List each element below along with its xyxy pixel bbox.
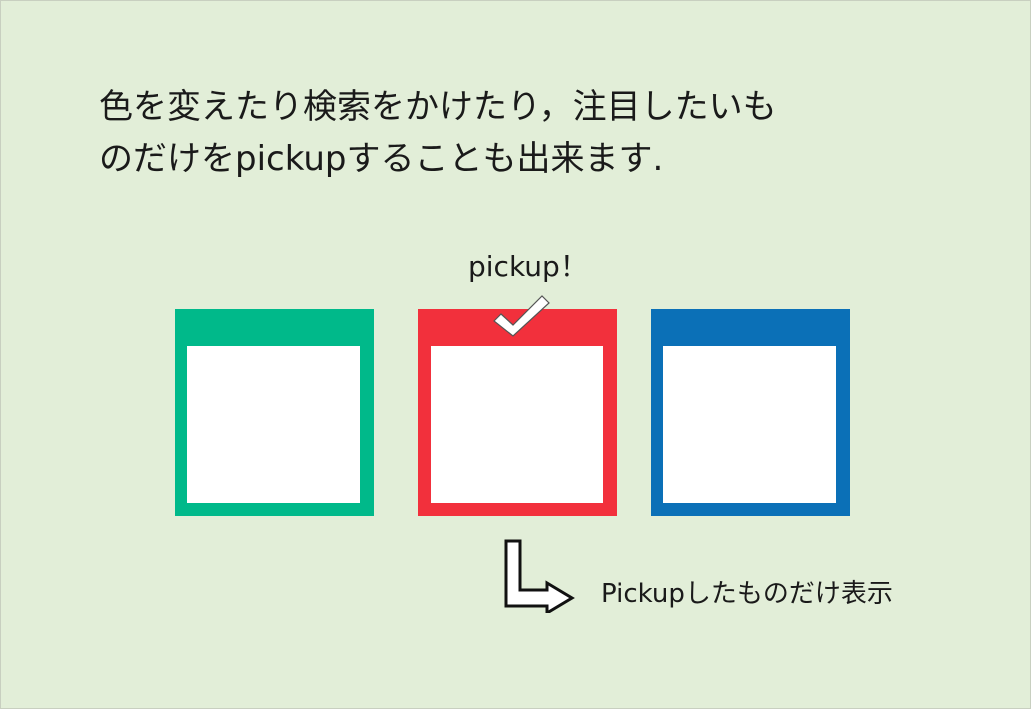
- window-card-red-body: [431, 346, 603, 503]
- slide: 色を変えたり検索をかけたり，注目したいも のだけをpickupすることも出来ます…: [0, 0, 1031, 709]
- window-card-green-body: [187, 346, 360, 503]
- heading-line-1: 色を変えたり検索をかけたり，注目したいも: [99, 87, 777, 127]
- heading-text: 色を変えたり検索をかけたり，注目したいも のだけをpickupすることも出来ます…: [99, 81, 959, 185]
- pickup-label: pickup！: [468, 250, 588, 283]
- heading-line-2: のだけをpickupすることも出来ます.: [99, 139, 664, 179]
- window-card-blue-body: [663, 346, 836, 503]
- checkmark-icon: [493, 295, 550, 337]
- bent-arrow-icon: [504, 539, 575, 613]
- window-card-green[interactable]: [175, 309, 374, 516]
- caption-text: Pickupしたものだけ表示: [601, 579, 893, 609]
- window-card-blue[interactable]: [651, 309, 850, 516]
- window-card-red[interactable]: [418, 309, 617, 516]
